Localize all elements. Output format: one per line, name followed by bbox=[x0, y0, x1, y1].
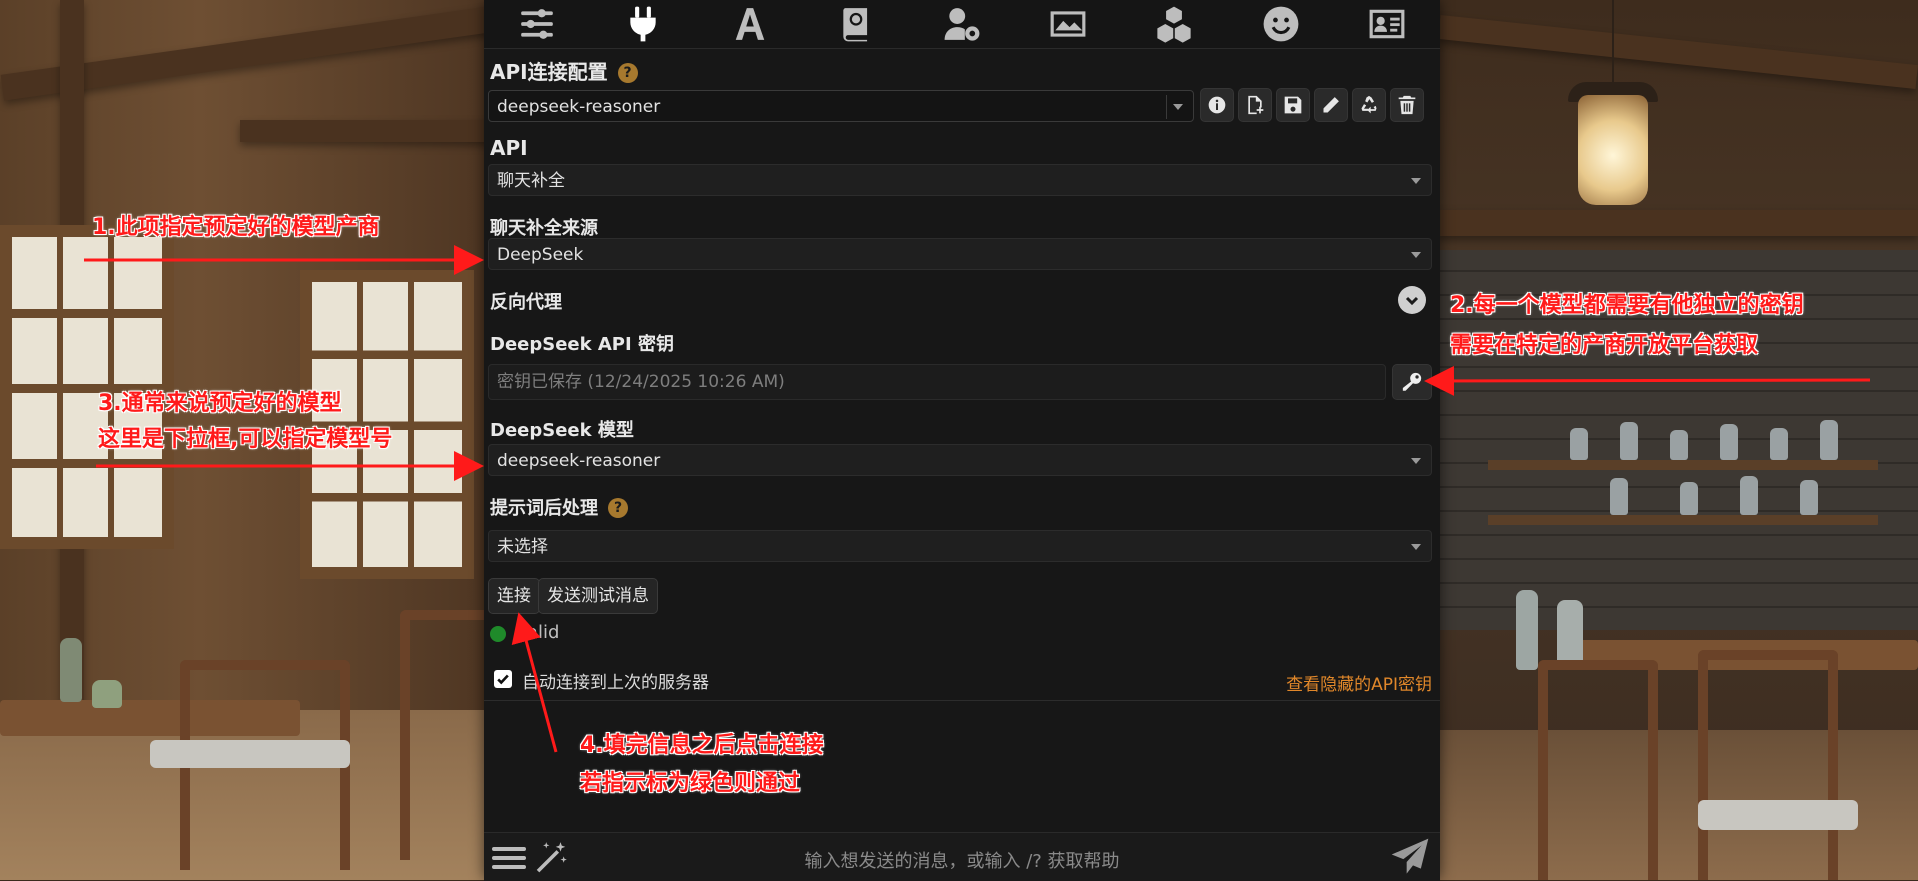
chat-input-bar: 输入想发送的消息，或输入 /? 获取帮助 bbox=[484, 832, 1440, 881]
postprocess-value: 未选择 bbox=[497, 537, 548, 557]
connection-profile-select[interactable]: deepseek-reasoner bbox=[488, 90, 1194, 122]
sliders-icon[interactable] bbox=[517, 4, 557, 44]
bg-chair bbox=[1538, 660, 1658, 880]
auto-connect-checkbox[interactable] bbox=[494, 670, 512, 688]
model-select[interactable]: deepseek-reasoner bbox=[488, 444, 1432, 476]
bg-cup bbox=[92, 680, 122, 708]
api-key-label: DeepSeek API 密钥 bbox=[490, 334, 674, 355]
bg-beam bbox=[240, 120, 500, 142]
api-type-value: 聊天补全 bbox=[497, 171, 565, 191]
id-card-icon[interactable] bbox=[1367, 4, 1407, 44]
image-icon[interactable] bbox=[1048, 4, 1088, 44]
api-key-button[interactable] bbox=[1392, 364, 1432, 400]
plug-icon[interactable] bbox=[623, 4, 663, 44]
postprocess-select[interactable]: 未选择 bbox=[488, 530, 1432, 562]
bg-beam bbox=[1438, 210, 1918, 236]
bg-jar bbox=[1610, 478, 1628, 515]
chevron-down-icon bbox=[1411, 252, 1421, 258]
bg-shelf bbox=[1488, 460, 1878, 470]
bg-lamp-wire bbox=[1612, 0, 1614, 82]
bg-window bbox=[0, 225, 174, 549]
annotation-4-line1: 4.填完信息之后点击连接 bbox=[580, 733, 824, 758]
chat-completion-source-select[interactable]: DeepSeek bbox=[488, 238, 1432, 270]
check-icon bbox=[497, 674, 509, 685]
source-label: 聊天补全来源 bbox=[490, 218, 598, 239]
postprocess-label-text: 提示词后处理 bbox=[490, 498, 598, 519]
smile-icon[interactable] bbox=[1261, 4, 1301, 44]
bg-jar bbox=[1770, 428, 1788, 460]
status-text: Valid bbox=[516, 622, 560, 643]
send-test-message-button[interactable]: 发送测试消息 bbox=[538, 578, 658, 614]
api-config-title-text: API连接配置 bbox=[490, 60, 608, 84]
trash-icon bbox=[1398, 95, 1416, 115]
bg-jar bbox=[1570, 428, 1588, 460]
help-icon[interactable]: ? bbox=[608, 498, 628, 518]
api-config-title: API连接配置? bbox=[490, 56, 638, 85]
source-value: DeepSeek bbox=[497, 245, 584, 265]
user-cog-icon[interactable] bbox=[942, 4, 982, 44]
chevron-down-icon bbox=[1173, 104, 1183, 110]
postprocess-label: 提示词后处理? bbox=[490, 494, 628, 520]
annotation-3-line2: 这里是下拉框,可以指定模型号 bbox=[98, 427, 393, 452]
chevron-down-icon bbox=[1411, 458, 1421, 464]
top-navigation-bar bbox=[484, 0, 1440, 49]
bg-seat bbox=[1698, 800, 1858, 830]
help-icon[interactable]: ? bbox=[617, 63, 638, 83]
info-button[interactable] bbox=[1200, 88, 1234, 122]
select-separator bbox=[1166, 95, 1167, 119]
chevron-down-icon bbox=[1405, 296, 1419, 306]
chevron-down-icon bbox=[1411, 544, 1421, 550]
annotation-3-line1: 3.通常来说预定好的模型 bbox=[98, 391, 342, 416]
save-profile-button[interactable] bbox=[1276, 88, 1310, 122]
book-icon[interactable] bbox=[836, 4, 876, 44]
view-hidden-api-keys-link[interactable]: 查看隐藏的API密钥 bbox=[1286, 670, 1432, 695]
bg-bottle bbox=[60, 638, 82, 702]
annotation-4-line2: 若指示标为绿色则通过 bbox=[580, 771, 801, 796]
reverse-proxy-label: 反向代理 bbox=[490, 292, 562, 313]
reload-profile-button[interactable] bbox=[1352, 88, 1386, 122]
api-type-select[interactable]: 聊天补全 bbox=[488, 164, 1432, 196]
rename-profile-button[interactable] bbox=[1314, 88, 1348, 122]
api-label: API bbox=[490, 136, 528, 160]
bg-jar bbox=[1800, 480, 1818, 515]
status-indicator bbox=[490, 626, 506, 642]
bg-jar bbox=[1820, 420, 1838, 460]
divider bbox=[484, 700, 1440, 701]
recycle-icon bbox=[1361, 95, 1377, 114]
model-label: DeepSeek 模型 bbox=[490, 420, 634, 441]
save-icon bbox=[1284, 96, 1302, 114]
expand-proxy-button[interactable] bbox=[1398, 286, 1426, 314]
chat-input-field[interactable]: 输入想发送的消息，或输入 /? 获取帮助 bbox=[484, 847, 1440, 873]
bg-seat bbox=[150, 740, 350, 768]
bg-jar bbox=[1680, 482, 1698, 515]
annotation-1: 1.此项指定预定好的模型产商 bbox=[92, 215, 380, 240]
send-icon[interactable] bbox=[1388, 837, 1432, 877]
delete-profile-button[interactable] bbox=[1390, 88, 1424, 122]
bg-lamp bbox=[1578, 95, 1648, 205]
file-plus-icon bbox=[1248, 95, 1264, 115]
bg-jar bbox=[1720, 424, 1738, 460]
pencil-icon bbox=[1323, 97, 1339, 113]
annotation-2-line2: 需要在特定的产商开放平台获取 bbox=[1450, 333, 1759, 358]
font-icon[interactable] bbox=[730, 4, 770, 44]
bg-jar bbox=[1670, 430, 1688, 460]
auto-connect-label: 自动连接到上次的服务器 bbox=[522, 673, 709, 693]
annotation-2-line1: 2.每一个模型都需要有他独立的密钥 bbox=[1450, 293, 1804, 318]
new-profile-button[interactable] bbox=[1238, 88, 1272, 122]
bg-jar bbox=[1740, 476, 1758, 515]
bg-jar bbox=[1620, 422, 1638, 460]
bg-bottle bbox=[1557, 600, 1583, 668]
model-value: deepseek-reasoner bbox=[497, 451, 661, 471]
chevron-down-icon bbox=[1411, 178, 1421, 184]
connect-button[interactable]: 连接 bbox=[488, 578, 540, 614]
info-icon bbox=[1208, 96, 1226, 114]
key-icon bbox=[1402, 372, 1422, 391]
bg-bottle bbox=[1516, 590, 1538, 670]
cubes-icon[interactable] bbox=[1154, 4, 1194, 44]
api-key-input[interactable]: 密钥已保存 (12/24/2025 10:26 AM) bbox=[488, 364, 1386, 400]
bg-chair bbox=[1698, 650, 1838, 880]
connection-profile-value: deepseek-reasoner bbox=[497, 97, 661, 117]
bg-shelf bbox=[1488, 515, 1878, 525]
